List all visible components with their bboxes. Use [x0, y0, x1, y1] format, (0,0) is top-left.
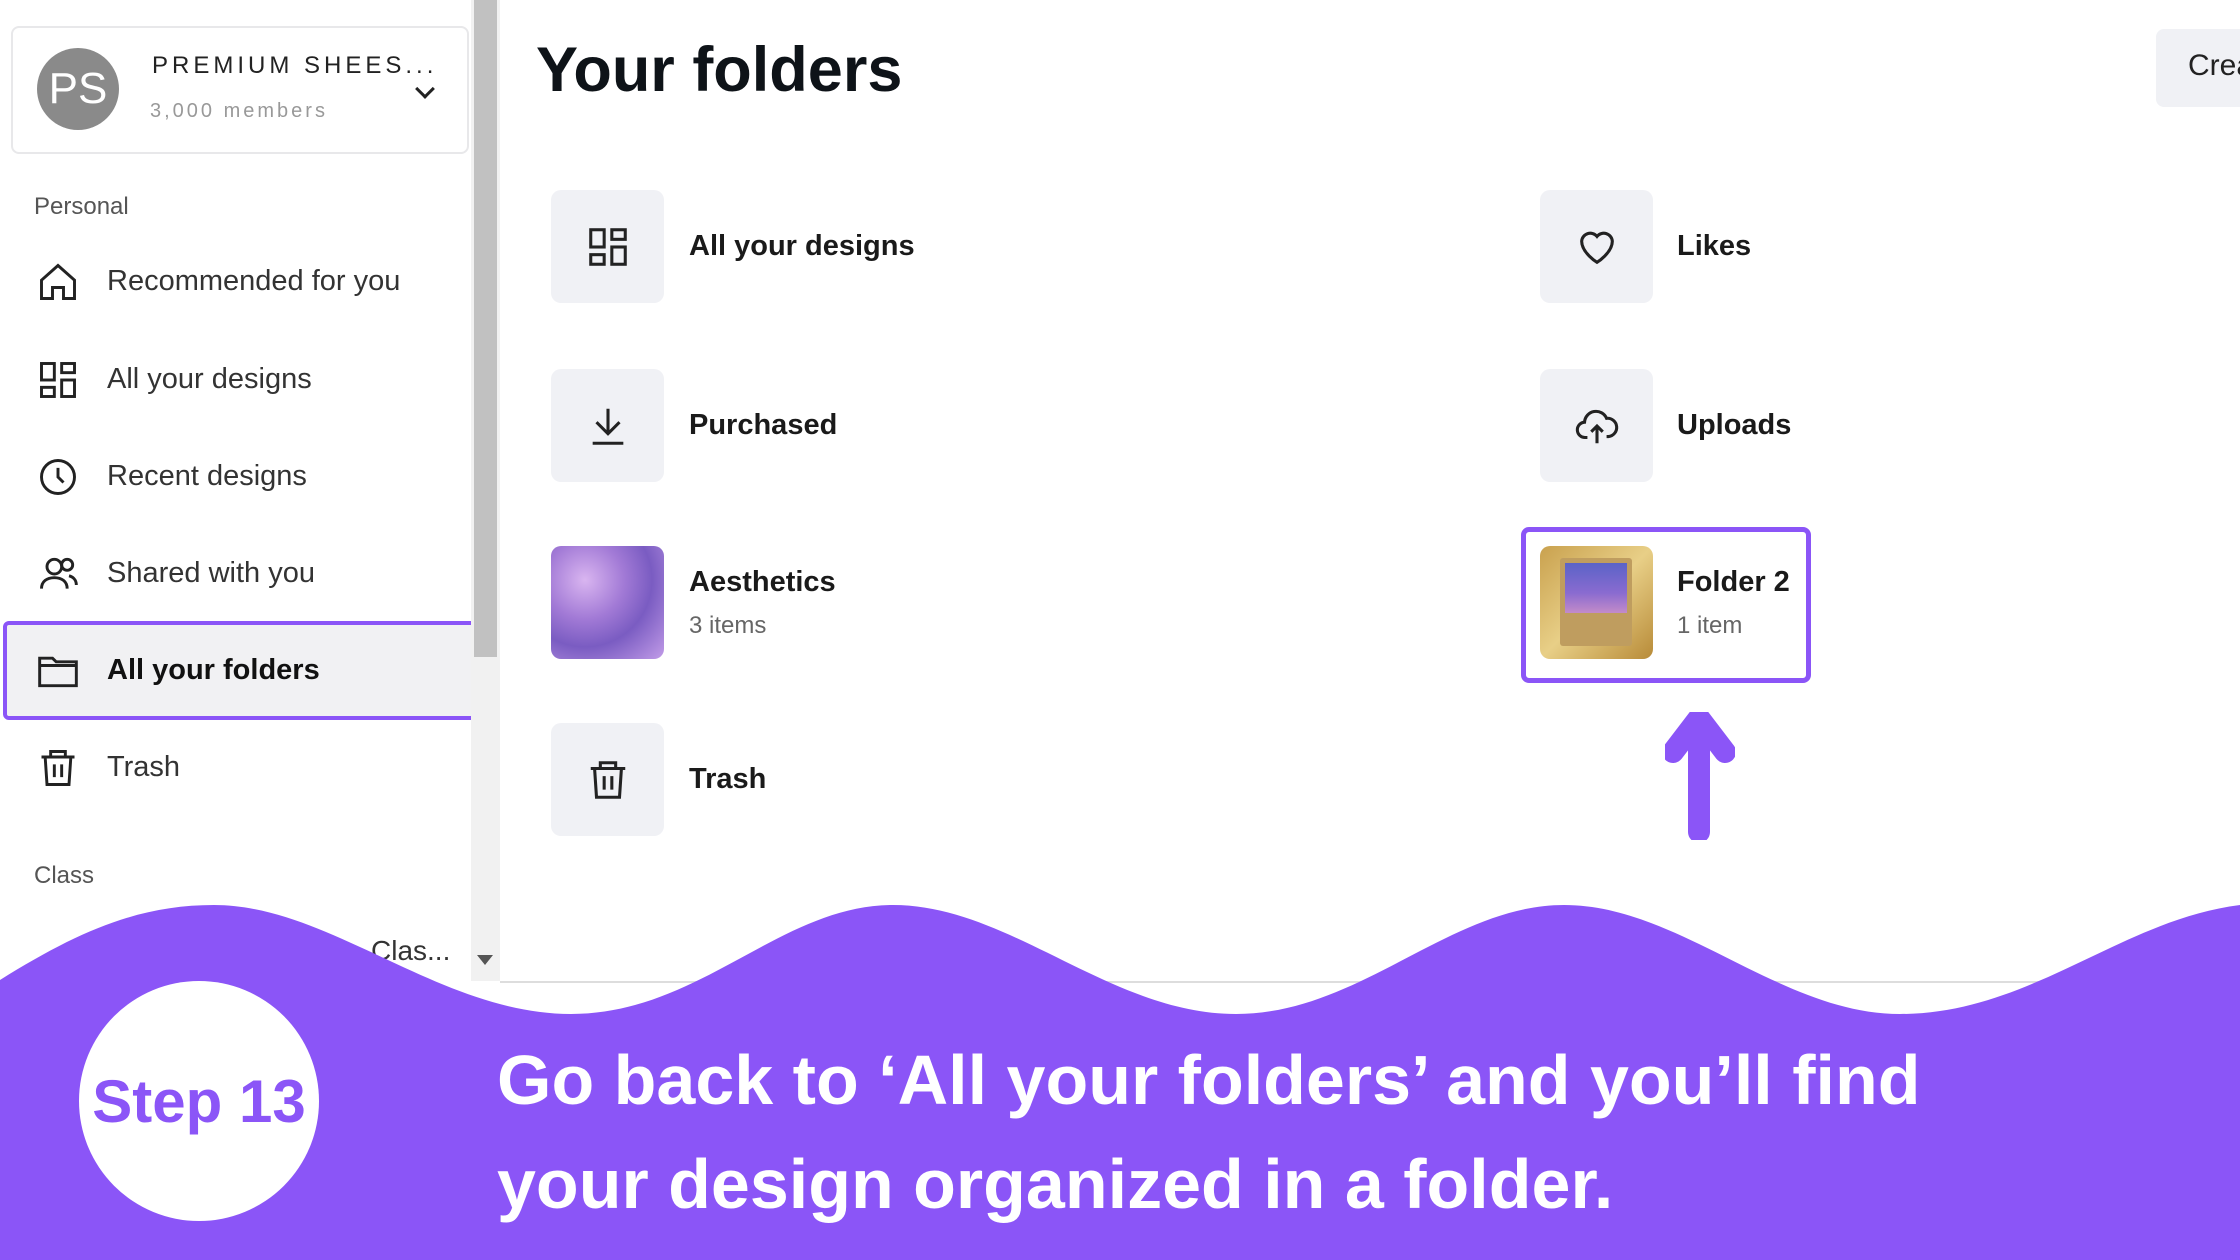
caption-line-1: Go back to ‘All your folders’ and you’ll… [497, 1041, 1921, 1119]
caption-line-2: your design organized in a folder. [497, 1145, 1614, 1223]
step-badge: Step 13 [79, 981, 319, 1221]
